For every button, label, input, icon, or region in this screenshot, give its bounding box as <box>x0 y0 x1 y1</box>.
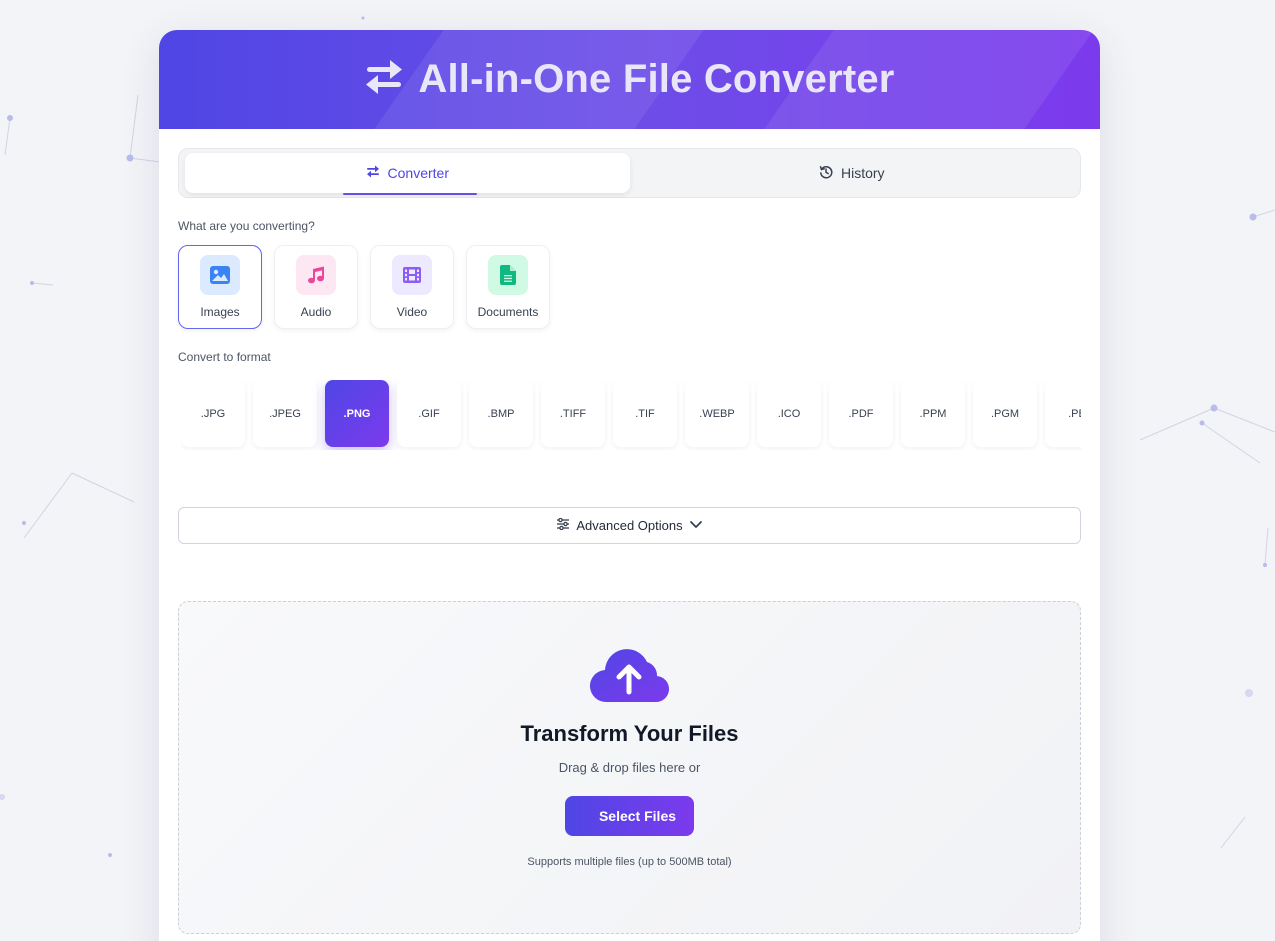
format-option[interactable]: .JPG <box>181 380 245 447</box>
category-prompt: What are you converting? <box>178 219 315 233</box>
chevron-down-icon <box>689 518 703 533</box>
format-option[interactable]: .PPM <box>901 380 965 447</box>
app-title: All-in-One File Converter <box>418 57 895 101</box>
category-audio-label: Audio <box>300 305 332 319</box>
category-images[interactable]: Images <box>178 245 262 329</box>
music-note-icon <box>296 255 336 295</box>
tab-history-label: History <box>840 165 885 181</box>
converter-card: All-in-One File Converter Converter Hist… <box>159 30 1100 941</box>
category-documents-label: Documents <box>477 305 539 319</box>
cloud-upload-icon <box>589 644 671 709</box>
swap-arrows-icon <box>364 58 404 101</box>
advanced-options-toggle[interactable]: Advanced Options <box>178 507 1081 544</box>
category-selector: Images Audio Video Documents <box>178 245 550 329</box>
category-images-label: Images <box>200 305 240 319</box>
document-icon <box>488 255 528 295</box>
history-icon <box>819 165 833 182</box>
category-video[interactable]: Video <box>370 245 454 329</box>
format-option[interactable]: .WEBP <box>685 380 749 447</box>
file-dropzone[interactable]: Transform Your Files Drag & drop files h… <box>178 601 1081 934</box>
sliders-icon <box>556 517 570 533</box>
format-option[interactable]: .PB <box>1045 380 1081 447</box>
format-selector: .JPG .JPEG .PNG .GIF .BMP .TIFF .TIF .WEBP .ICO.… <box>181 380 1081 450</box>
tab-converter-label: Converter <box>387 165 449 181</box>
dropzone-title: Transform Your Files <box>520 721 739 746</box>
image-icon <box>200 255 240 295</box>
tab-bar: Converter History <box>178 148 1081 198</box>
format-option[interactable]: .BMP <box>469 380 533 447</box>
dropzone-subtitle: Drag & drop files here or <box>558 760 701 775</box>
format-option[interactable]: .GIF <box>397 380 461 447</box>
select-files-button[interactable]: Select Files <box>565 796 694 836</box>
category-audio[interactable]: Audio <box>274 245 358 329</box>
format-option[interactable]: .TIF <box>613 380 677 447</box>
category-video-label: Video <box>396 305 428 319</box>
app-header: All-in-One File Converter <box>159 30 1100 129</box>
dropzone-note: Supports multiple files (up to 500MB tot… <box>527 856 732 868</box>
format-option[interactable]: .PGM <box>973 380 1037 447</box>
tab-converter[interactable]: Converter <box>185 153 630 195</box>
swap-arrows-icon <box>366 165 380 181</box>
film-icon <box>392 255 432 295</box>
category-documents[interactable]: Documents <box>466 245 550 329</box>
format-option[interactable]: .TIFF <box>541 380 605 447</box>
advanced-options-label: Advanced Options <box>576 518 683 533</box>
format-option[interactable]: .ICO <box>757 380 821 447</box>
format-option[interactable]: .JPEG <box>253 380 317 447</box>
format-option[interactable]: .PDF <box>829 380 893 447</box>
format-prompt: Convert to format <box>178 350 271 364</box>
format-option[interactable]: .PNG <box>325 380 389 447</box>
tab-history[interactable]: History <box>630 153 1075 193</box>
